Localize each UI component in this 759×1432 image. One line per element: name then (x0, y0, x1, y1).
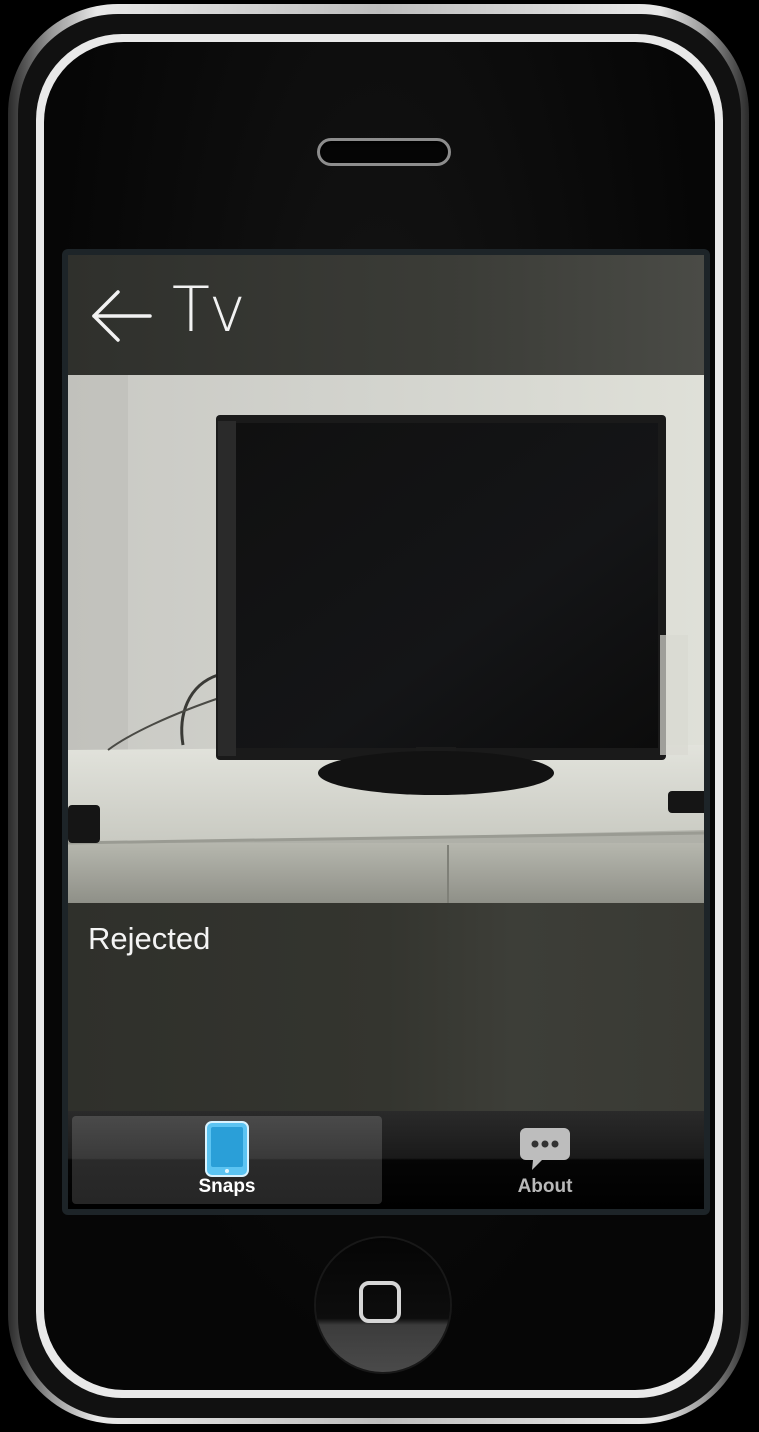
tv-photo (68, 375, 704, 903)
home-square-icon (359, 1281, 401, 1323)
speech-bubble-icon (520, 1128, 570, 1170)
tab-snaps-label: Snaps (198, 1176, 256, 1197)
home-button[interactable] (316, 1238, 450, 1372)
tab-about-label: About (517, 1176, 573, 1197)
status-text: Rejected (88, 921, 211, 956)
status-section: Rejected (68, 903, 704, 1111)
tv-photo-image (68, 375, 704, 903)
earpiece-speaker (317, 138, 451, 166)
tab-about[interactable]: About (390, 1116, 700, 1204)
app-view: Tv Rejected Snaps About (68, 255, 704, 1209)
tab-snaps[interactable]: Snaps (72, 1116, 382, 1204)
device-screen: Tv Rejected Snaps About (62, 249, 710, 1215)
nav-header: Tv (68, 255, 704, 375)
tab-bar: Snaps About (68, 1111, 704, 1209)
tablet-icon (205, 1121, 249, 1177)
page-title: Tv (172, 273, 246, 346)
arrow-left-icon[interactable] (90, 285, 152, 347)
